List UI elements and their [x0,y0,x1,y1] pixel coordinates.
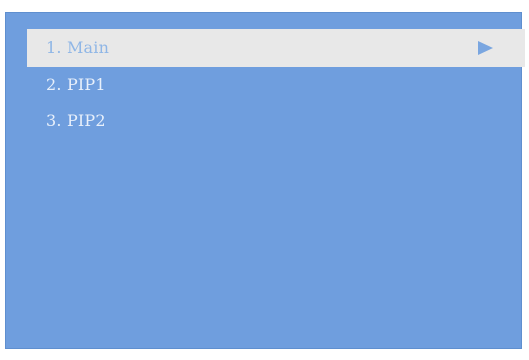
osd-menu-screen: 1. Main 2. PIP1 3. PIP2 [5,12,525,349]
menu-item-label: 3. PIP2 [46,111,106,130]
menu-item-main[interactable]: 1. Main [27,29,525,67]
menu-item-label: 2. PIP1 [46,75,106,94]
menu-item-label: 1. Main [46,38,110,57]
play-arrow-icon [478,41,493,55]
menu-list: 1. Main 2. PIP1 3. PIP2 [27,29,525,139]
menu-item-pip1[interactable]: 2. PIP1 [27,67,525,103]
menu-item-pip2[interactable]: 3. PIP2 [27,103,525,139]
